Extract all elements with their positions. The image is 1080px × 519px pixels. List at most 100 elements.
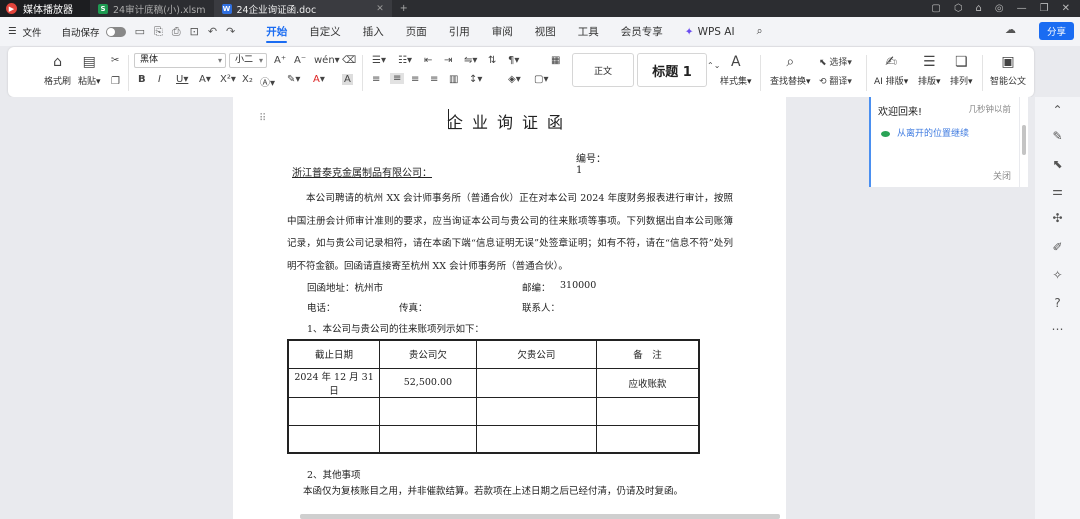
subscript-icon[interactable]: X₂ (242, 74, 253, 85)
close-panel-button[interactable]: 关闭 (993, 169, 1011, 182)
help-icon[interactable]: ? (1035, 296, 1080, 310)
sparkle-icon[interactable]: ✧ (1035, 268, 1080, 282)
font-size-select[interactable]: 小二 ▾ (229, 53, 267, 68)
sort-icon[interactable]: ⇅ (488, 55, 496, 66)
paste-button[interactable]: ▤ 粘贴▾ (78, 53, 101, 87)
avatar-icon[interactable]: ◎ (995, 3, 1004, 14)
table-cell[interactable] (287, 424, 381, 454)
arrange-button[interactable]: ❏ 排列▾ (950, 53, 973, 87)
shrink-font-icon[interactable]: A⁻ (294, 55, 306, 66)
tab-member[interactable]: 会员专享 (610, 17, 674, 46)
grow-font-icon[interactable]: A⁺ (274, 55, 286, 66)
scroll-thumb[interactable] (1022, 125, 1026, 155)
close-window-icon[interactable]: ✕ (1062, 3, 1070, 14)
table-cell[interactable]: 应收账款 (596, 367, 701, 398)
menu-icon[interactable]: ☰ (8, 26, 17, 37)
copy-icon[interactable]: ❐ (111, 76, 120, 87)
pen-icon[interactable]: ✎ (1035, 129, 1080, 143)
translate-button[interactable]: ⟲ 翻译▾ (819, 74, 852, 87)
tab-view[interactable]: 视图 (524, 17, 567, 46)
undo-icon[interactable]: ↶ (208, 25, 217, 38)
layout-button[interactable]: ☰ 排版▾ (918, 53, 941, 87)
document-page[interactable]: 企业询证函 编号：1 浙江普泰克金属制品有限公司： 本公司聘请的杭州 XX 会计… (233, 97, 786, 519)
window-icon-2[interactable]: ⌂ (976, 3, 982, 14)
cut-icon[interactable]: ✂ (111, 55, 119, 66)
tab-doc[interactable]: W 24企业询证函.doc ✕ (213, 0, 392, 17)
new-tab-button[interactable]: + (392, 0, 416, 17)
tab-custom[interactable]: 自定义 (298, 17, 352, 46)
close-tab-icon[interactable]: ✕ (376, 4, 384, 14)
numbered-list-icon[interactable]: ☷▾ (398, 55, 412, 66)
ai-layout-button[interactable]: ✍ AI 排版▾ (874, 53, 908, 87)
text-direction-icon[interactable]: ⇋▾ (464, 55, 477, 66)
print-icon[interactable]: ⎙ (172, 25, 181, 39)
share-button[interactable]: 分享 (1038, 22, 1074, 40)
char-shading-icon[interactable]: A (342, 74, 353, 85)
window-icon-1[interactable]: ⬡ (954, 3, 963, 14)
tab-insert[interactable]: 插入 (352, 17, 395, 46)
bold-icon[interactable]: B (138, 74, 146, 85)
tab-xlsm[interactable]: S 24审计底稿(小).xlsm (90, 0, 214, 17)
table-cell[interactable]: 52,500.00 (379, 367, 477, 398)
format-painter-button[interactable]: ⌂ 格式刷 (44, 53, 71, 87)
tab-tools[interactable]: 工具 (567, 17, 610, 46)
preview-icon[interactable]: ⊡ (190, 25, 199, 38)
save-icon[interactable]: ▭ (135, 25, 145, 38)
clear-format-icon[interactable]: ⌫ (342, 55, 356, 66)
table-cell[interactable] (475, 367, 598, 398)
autosave-toggle[interactable] (105, 26, 126, 37)
drag-handle-icon[interactable]: ⠿ (259, 113, 266, 124)
decrease-indent-icon[interactable]: ⇤ (424, 55, 432, 66)
export-icon[interactable]: ⎘ (154, 25, 163, 39)
table-cell[interactable] (596, 424, 701, 454)
table-cell[interactable] (475, 424, 598, 454)
tab-home[interactable]: 开始 (255, 17, 298, 46)
redo-icon[interactable]: ↷ (226, 25, 235, 38)
smart-doc-button[interactable]: ▣ 智能公文 (990, 53, 1026, 87)
phonetic-icon[interactable]: wén▾ (314, 55, 340, 66)
horizontal-scrollbar[interactable] (300, 514, 780, 519)
resume-link[interactable]: 从离开的位置继续 (881, 126, 969, 139)
align-left-icon[interactable]: ≡ (372, 74, 380, 85)
tab-review[interactable]: 审阅 (481, 17, 524, 46)
text-effect-icon[interactable]: Ⓐ▾ (260, 74, 275, 89)
more-icon[interactable]: ⋯ (1035, 322, 1080, 336)
maximize-icon[interactable]: ❐ (1040, 3, 1049, 14)
table-cell[interactable] (475, 396, 598, 426)
line-spacing-icon[interactable]: ↕▾ (469, 74, 482, 85)
tab-references[interactable]: 引用 (438, 17, 481, 46)
edit-box-icon[interactable]: ✐ (1035, 240, 1080, 254)
show-marks-icon[interactable]: ¶▾ (508, 55, 519, 66)
align-center-icon[interactable]: ≡ (390, 73, 405, 84)
strikethrough-icon[interactable]: A▾ (199, 74, 211, 85)
cloud-sync-icon[interactable]: ☁ (1005, 23, 1016, 36)
underline-icon[interactable]: U▾ (176, 74, 188, 85)
font-color-icon[interactable]: A▾ (313, 74, 325, 85)
table-cell[interactable]: 2024 年 12 月 31 日 (287, 367, 381, 398)
italic-icon[interactable]: I (158, 74, 161, 85)
justify-icon[interactable]: ≡ (430, 74, 438, 85)
style-more-icon[interactable]: ⌃⌄ (707, 61, 720, 70)
tab-wps-ai[interactable]: ✦ WPS AI (674, 17, 746, 46)
table-cell[interactable] (287, 396, 381, 426)
panel-scrollbar[interactable] (1020, 97, 1028, 187)
bullet-list-icon[interactable]: ☰▾ (372, 55, 386, 66)
window-icon-0[interactable]: ▢ (931, 3, 940, 14)
shading-icon[interactable]: ◈▾ (508, 74, 521, 85)
superscript-icon[interactable]: X²▾ (220, 74, 236, 85)
collapse-icon[interactable]: ⌃ (1035, 103, 1080, 117)
table-icon[interactable]: ▦ (551, 55, 560, 66)
increase-indent-icon[interactable]: ⇥ (444, 55, 452, 66)
table-cell[interactable] (379, 396, 477, 426)
select-button[interactable]: ⬉ 选择▾ (819, 55, 852, 68)
distribute-icon[interactable]: ▥ (449, 74, 458, 85)
media-player-tab[interactable]: ▶ 媒体播放器 (0, 0, 90, 17)
table-cell[interactable] (596, 396, 701, 426)
style-normal[interactable]: 正文 (572, 53, 634, 87)
styles-set-button[interactable]: A 样式集▾ (720, 53, 752, 87)
search-icon[interactable]: ⌕ (746, 17, 774, 46)
font-name-select[interactable]: 黑体 ▾ (134, 53, 226, 68)
sliders-icon[interactable]: ⚌ (1035, 184, 1080, 198)
tab-page[interactable]: 页面 (395, 17, 438, 46)
table-cell[interactable] (379, 424, 477, 454)
